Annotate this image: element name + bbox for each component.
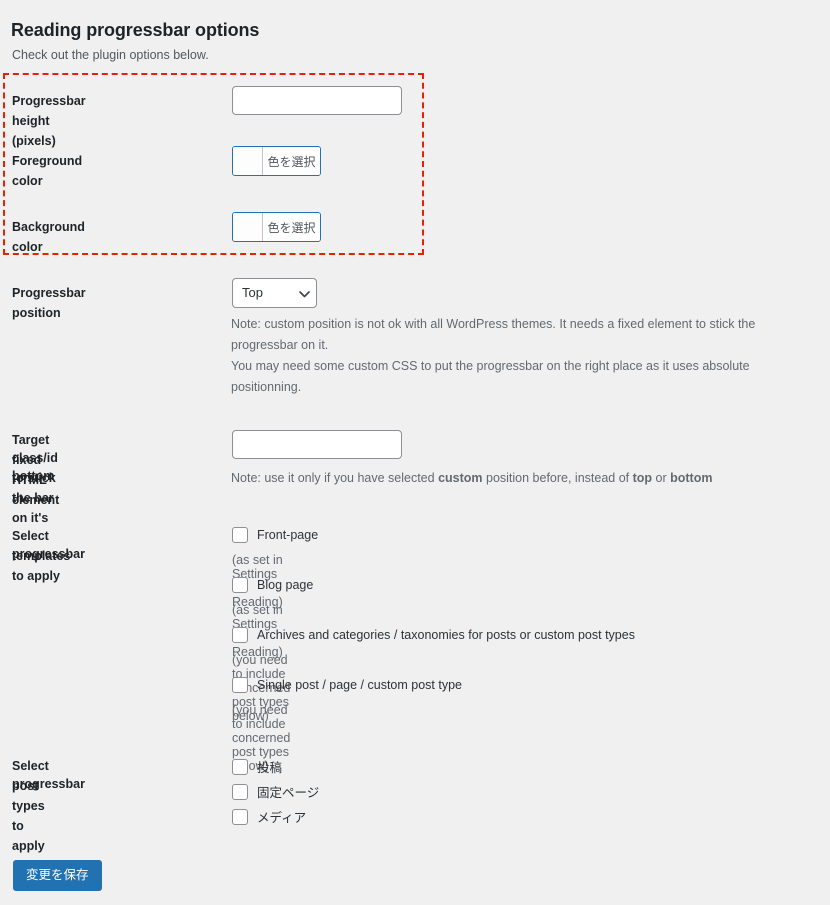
field-foreground-color: 色を選択 [232, 146, 321, 180]
checkbox-row-post-type-page[interactable]: 固定ページ [232, 782, 319, 801]
options-page: Reading progressbar options Check out th… [0, 0, 830, 905]
background-color-swatch [233, 213, 263, 241]
foreground-color-picker-button[interactable]: 色を選択 [232, 146, 321, 176]
label-select-post-types-line2: progressbar [12, 777, 85, 791]
progressbar-position-select[interactable]: Top [232, 278, 317, 308]
field-progressbar-position: Top [232, 278, 317, 308]
checkbox-blog-page[interactable] [232, 577, 248, 593]
checkbox-row-front-page[interactable]: Front-page [232, 527, 318, 543]
checkbox-row-post-type-post[interactable]: 投稿 [232, 757, 282, 776]
label-foreground-color: Foreground color [12, 154, 83, 188]
checkbox-post-type-page[interactable] [232, 783, 248, 800]
checkbox-label-single-post[interactable]: Single post / page / custom post type [257, 678, 462, 692]
note-target-bold-custom: custom [438, 471, 483, 485]
checkbox-front-page[interactable] [232, 527, 248, 543]
field-target-element [232, 430, 402, 459]
checkbox-label-post-type-page[interactable]: 固定ページ [257, 782, 319, 801]
field-progressbar-height [232, 86, 402, 115]
field-background-color: 色を選択 [232, 212, 321, 246]
checkbox-archives[interactable] [232, 627, 248, 643]
checkbox-post-type-media[interactable] [232, 808, 248, 825]
note-target-bold-bottom: bottom [670, 471, 713, 485]
label-progressbar-height: Progressbar height (pixels) [12, 94, 86, 148]
checkbox-row-post-type-media[interactable]: メディア [232, 807, 306, 826]
checkbox-row-archives[interactable]: Archives and categories / taxonomies for… [232, 627, 635, 643]
note-target-or: or [652, 471, 671, 485]
label-target-element-line2: class/id to stick the bar on it's [12, 451, 58, 525]
checkbox-row-blog-page[interactable]: Blog page [232, 577, 313, 593]
label-progressbar-position: Progressbar position [12, 286, 86, 320]
background-color-picker-button[interactable]: 色を選択 [232, 212, 321, 242]
note-target-element: Note: use it only if you have selected c… [231, 468, 826, 489]
target-element-input[interactable] [232, 430, 402, 459]
checkbox-single-post[interactable] [232, 677, 248, 693]
note-target-bold-top: top [632, 471, 653, 485]
checkbox-label-post-type-post[interactable]: 投稿 [257, 757, 282, 776]
checkbox-label-front-page[interactable]: Front-page [257, 528, 318, 542]
progressbar-height-input[interactable] [232, 86, 402, 115]
checkbox-label-blog-page[interactable]: Blog page [257, 578, 313, 592]
note-position-line4: positionning. [231, 380, 302, 394]
label-select-post-types-line1: Select post types to apply [12, 759, 49, 853]
label-background-color: Background color [12, 220, 85, 254]
label-select-templates-line2: progressbar [12, 547, 85, 561]
checkbox-label-archives[interactable]: Archives and categories / taxonomies for… [257, 628, 635, 642]
label-target-element-line3: bottom [12, 469, 55, 483]
page-title: Reading progressbar options [11, 20, 260, 41]
foreground-color-swatch [233, 147, 263, 175]
foreground-color-picker-label: 色を選択 [263, 147, 320, 175]
checkbox-label-post-type-media[interactable]: メディア [257, 807, 306, 826]
note-position-line1: Note: custom position is not ok with all… [231, 317, 756, 331]
save-changes-button[interactable]: 変更を保存 [13, 860, 102, 891]
checkbox-row-single-post[interactable]: Single post / page / custom post type [232, 677, 462, 693]
checkbox-post-type-post[interactable] [232, 758, 248, 775]
page-subtitle: Check out the plugin options below. [12, 48, 209, 62]
note-position-line3: You may need some custom CSS to put the … [231, 359, 750, 373]
note-target-prefix: Note: use it only if you have selected [231, 471, 439, 485]
background-color-picker-label: 色を選択 [263, 213, 320, 241]
note-position-line2: progressbar on it. [231, 338, 329, 352]
note-target-middle: position before, instead of [482, 471, 633, 485]
progressbar-position-select-wrap: Top [232, 278, 317, 308]
